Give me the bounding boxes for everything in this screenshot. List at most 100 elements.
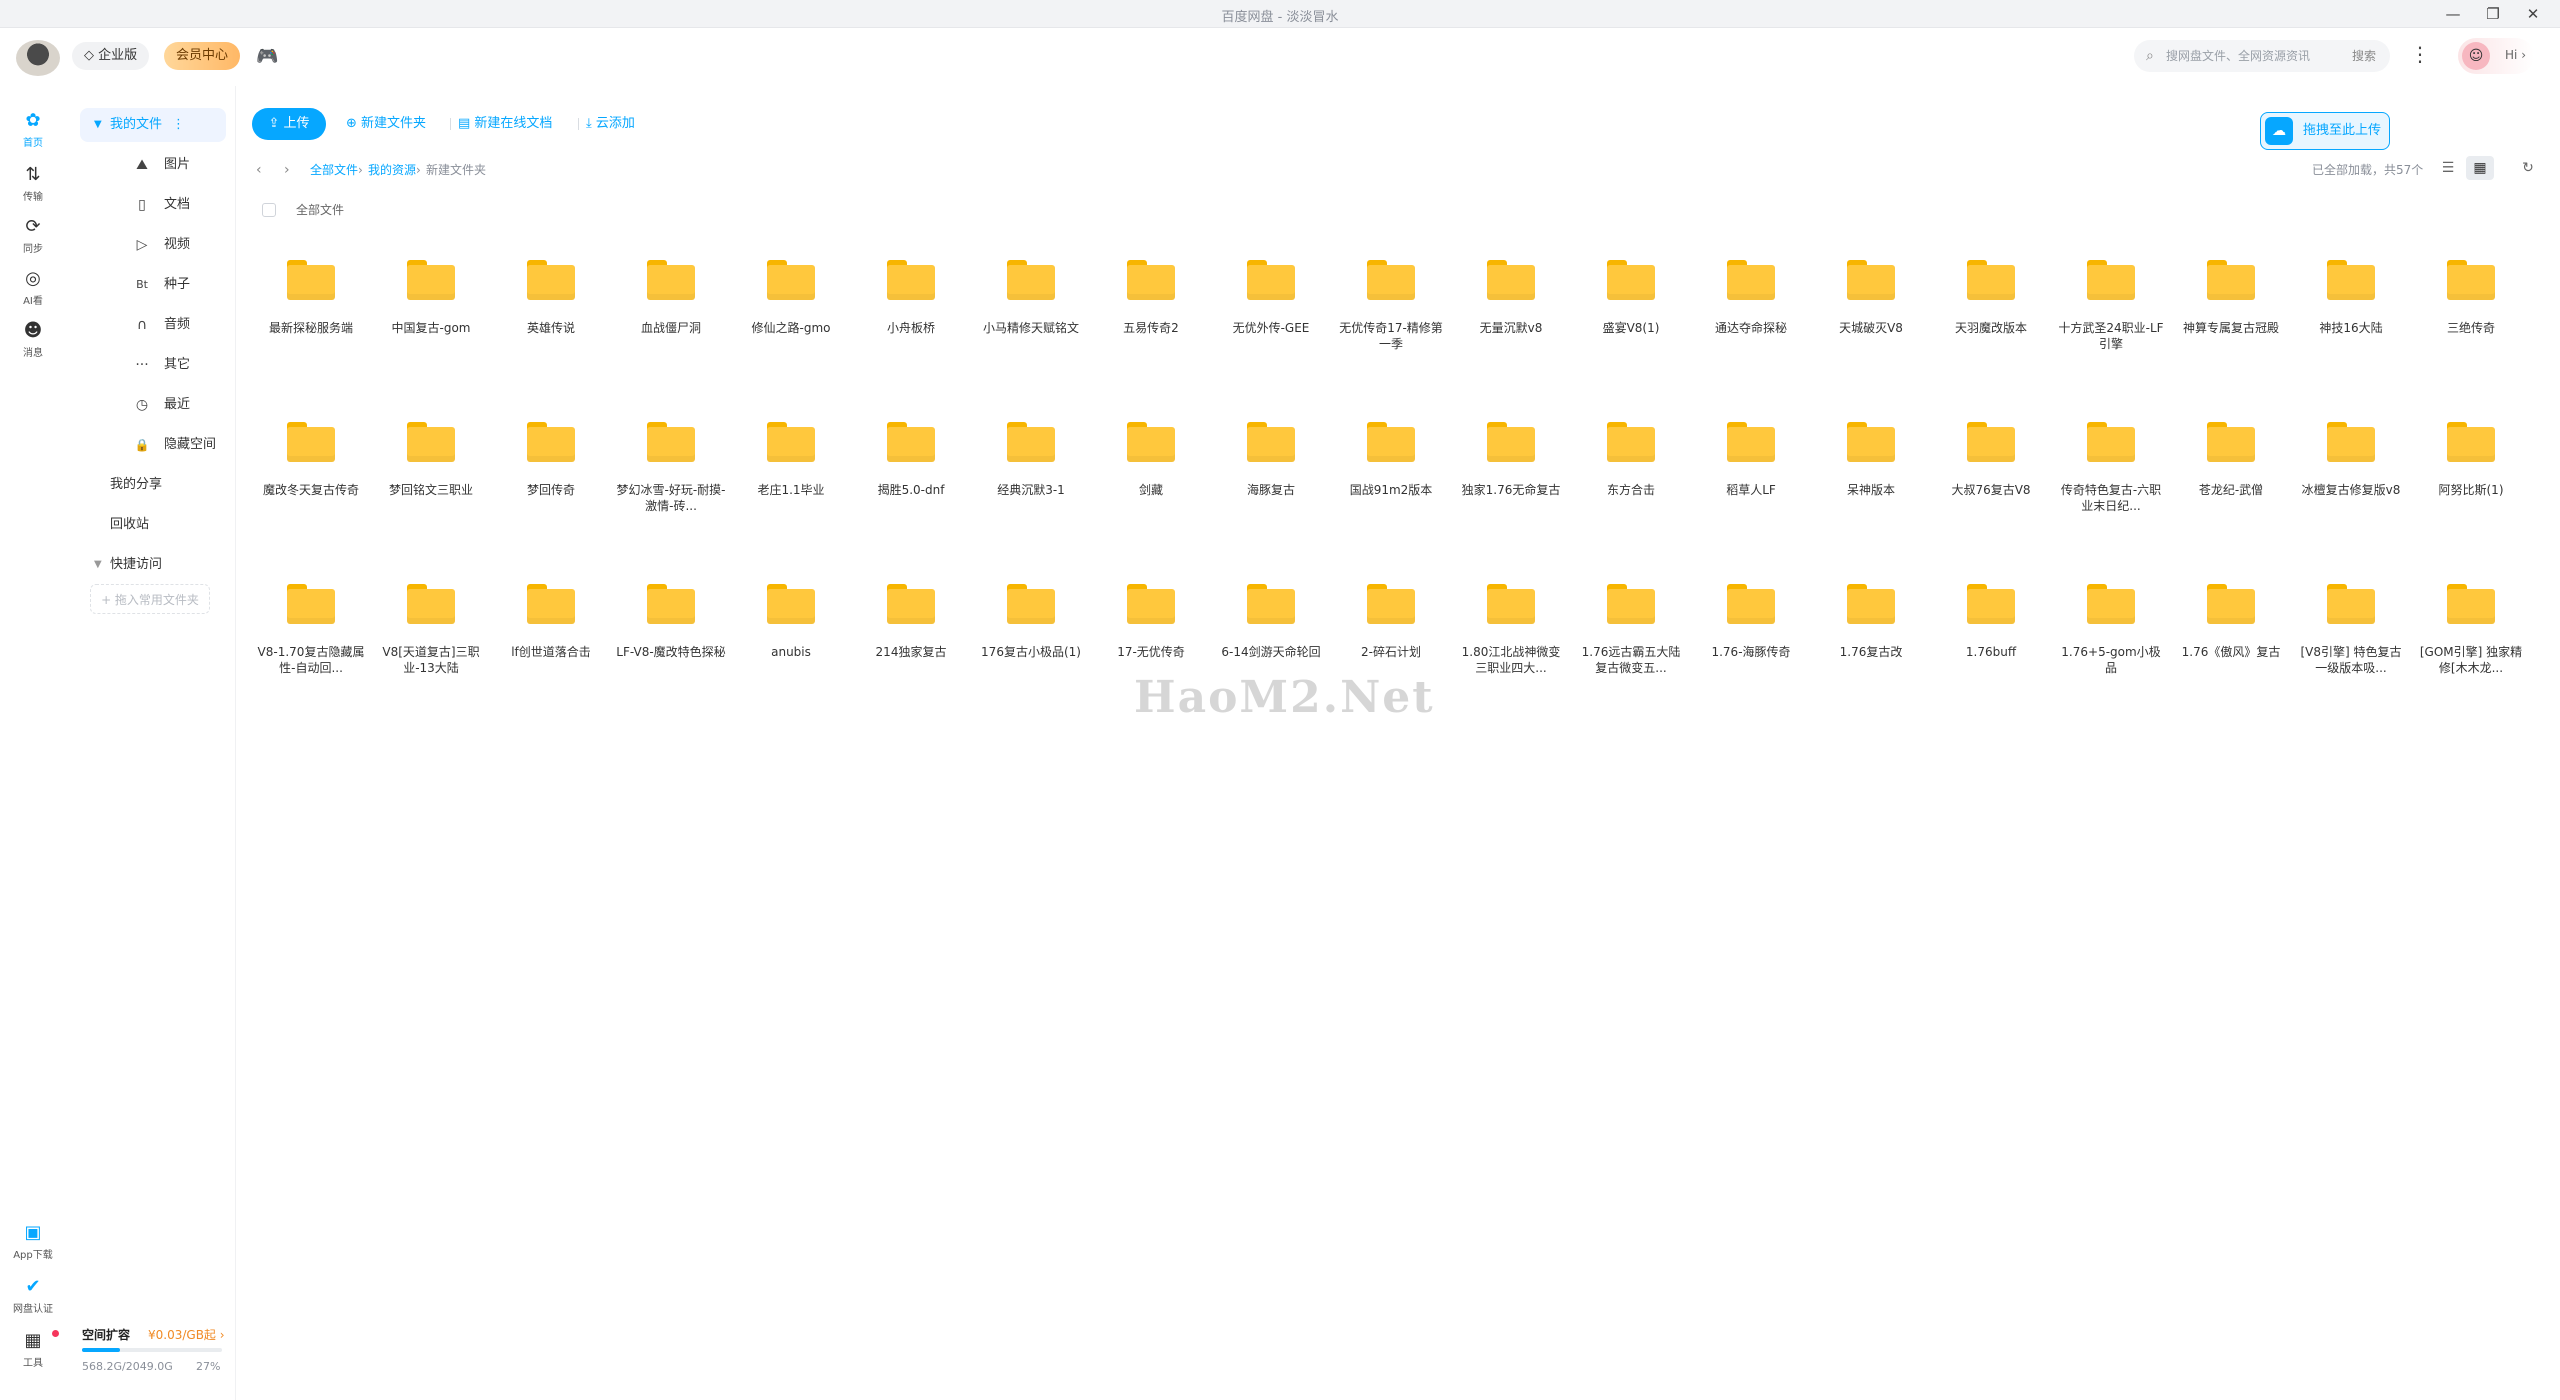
sidebar-item-recycle-bin[interactable]: 回收站 [80, 508, 226, 542]
folder-item[interactable]: LF-V8-魔改特色探秘 [616, 584, 726, 704]
search-input[interactable]: 搜网盘文件、全网资源资讯 [2166, 40, 2310, 72]
sidebar-item-recent[interactable]: ◷ 最近 [80, 388, 226, 422]
quota-price-link[interactable]: ¥0.03/GB起 › [148, 1326, 225, 1343]
rail-item-sync[interactable]: ⟳ 同步 [6, 216, 60, 255]
folder-item[interactable]: [GOM引擎] 独家精修[木木龙... [2416, 584, 2526, 704]
rail-item-transfer[interactable]: ⇅ 传输 [6, 164, 60, 203]
folder-item[interactable]: 魔改冬天复古传奇 [256, 422, 366, 542]
folder-item[interactable]: anubis [736, 584, 846, 704]
sidebar-item-images[interactable]: ⛰ 图片 [80, 148, 226, 182]
upload-button[interactable]: ⇪ 上传 [252, 108, 326, 140]
profile-button[interactable]: ☺ Hi › [2458, 38, 2534, 74]
breadcrumb-my-resources[interactable]: 我的资源 [368, 160, 416, 180]
enterprise-button[interactable]: ◇ 企业版 [72, 42, 150, 70]
forward-icon[interactable]: › [284, 160, 290, 180]
folder-item[interactable]: 剑藏 [1096, 422, 1206, 542]
folder-item[interactable]: lf创世道落合击 [496, 584, 606, 704]
sidebar-item-hidden-space[interactable]: 🔒 隐藏空间 [80, 428, 226, 462]
back-icon[interactable]: ‹ [256, 160, 262, 180]
folder-item[interactable]: V8-1.70复古隐藏属性-自动回... [256, 584, 366, 704]
folder-item[interactable]: 揭胜5.0-dnf [856, 422, 966, 542]
folder-item[interactable]: 经典沉默3-1 [976, 422, 1086, 542]
close-icon[interactable]: ✕ [2518, 3, 2548, 25]
folder-item[interactable]: 十方武圣24职业-LF引擎 [2056, 260, 2166, 380]
folder-item[interactable]: 呆神版本 [1816, 422, 1926, 542]
folder-item[interactable]: 老庄1.1毕业 [736, 422, 846, 542]
search-box[interactable]: ⌕ 搜网盘文件、全网资源资讯 搜索 [2134, 40, 2390, 72]
folder-item[interactable]: 神技16大陆 [2296, 260, 2406, 380]
rail-item-tools[interactable]: ▦ 工具 [6, 1330, 60, 1369]
folder-item[interactable]: 1.80江北战神微变三职业四大... [1456, 584, 1566, 704]
rail-item-verify[interactable]: ✔ 网盘认证 [6, 1276, 60, 1315]
drag-upload-button[interactable]: ☁ 拖拽至此上传 [2260, 112, 2390, 150]
folder-item[interactable]: 无优传奇17-精修第一季 [1336, 260, 1446, 380]
folder-item[interactable]: 1.76远古霸五大陆复古微变五... [1576, 584, 1686, 704]
new-online-doc-button[interactable]: ▤ 新建在线文档 [458, 108, 552, 140]
folder-item[interactable]: 无量沉默v8 [1456, 260, 1566, 380]
restore-icon[interactable]: ❐ [2478, 3, 2508, 25]
folder-item[interactable]: 1.76-海豚传奇 [1696, 584, 1806, 704]
folder-item[interactable]: 修仙之路-gmo [736, 260, 846, 380]
folder-item[interactable]: 五易传奇2 [1096, 260, 1206, 380]
more-vertical-icon[interactable]: ⋮ [172, 108, 185, 142]
more-icon[interactable]: ⋮ [2410, 42, 2430, 66]
sidebar-item-quick-access[interactable]: ▼ 快捷访问 [80, 548, 226, 582]
folder-item[interactable]: 三绝传奇 [2416, 260, 2526, 380]
folder-item[interactable]: 稻草人LF [1696, 422, 1806, 542]
user-avatar[interactable] [16, 40, 60, 76]
folder-item[interactable]: [V8引擎] 特色复古一级版本吸... [2296, 584, 2406, 704]
folder-item[interactable]: 盛宴V8(1) [1576, 260, 1686, 380]
rail-item-home[interactable]: ✿ 首页 [6, 110, 60, 149]
list-view-icon[interactable]: ☰ [2434, 156, 2462, 180]
sidebar-item-my-share[interactable]: 我的分享 [80, 468, 226, 502]
minimize-icon[interactable]: — [2438, 3, 2468, 25]
folder-item[interactable]: 214独家复古 [856, 584, 966, 704]
folder-item[interactable]: 大叔76复古V8 [1936, 422, 2046, 542]
folder-item[interactable]: 梦幻冰雪-好玩-耐摸-激情-砖... [616, 422, 726, 542]
folder-item[interactable]: 海豚复古 [1216, 422, 1326, 542]
grid-view-icon[interactable]: ▦ [2466, 156, 2494, 180]
folder-item[interactable]: 传奇特色复古-六职业末日纪... [2056, 422, 2166, 542]
search-button[interactable]: 搜索 [2352, 40, 2376, 72]
sidebar-item-torrents[interactable]: Bt 种子 [80, 268, 226, 302]
folder-item[interactable]: 神算专属复古冠殿 [2176, 260, 2286, 380]
sidebar-item-videos[interactable]: ▷ 视频 [80, 228, 226, 262]
folder-item[interactable]: 冰檀复古修复版v8 [2296, 422, 2406, 542]
rail-item-app-download[interactable]: ▣ App下载 [6, 1222, 60, 1261]
refresh-icon[interactable]: ↻ [2514, 156, 2542, 180]
breadcrumb-all-files[interactable]: 全部文件 [310, 160, 358, 180]
folder-item[interactable]: 国战91m2版本 [1336, 422, 1446, 542]
folder-item[interactable]: 通达夺命探秘 [1696, 260, 1806, 380]
folder-item[interactable]: 血战僵尸洞 [616, 260, 726, 380]
folder-item[interactable]: 天羽魔改版本 [1936, 260, 2046, 380]
folder-item[interactable]: 东方合击 [1576, 422, 1686, 542]
folder-item[interactable]: 1.76buff [1936, 584, 2046, 704]
folder-item[interactable]: 梦回传奇 [496, 422, 606, 542]
gamepad-icon[interactable]: 🎮 [256, 46, 278, 67]
folder-item[interactable]: 阿努比斯(1) [2416, 422, 2526, 542]
folder-item[interactable]: 中国复古-gom [376, 260, 486, 380]
rail-item-message[interactable]: ☻ 消息 [6, 320, 60, 359]
folder-item[interactable]: 176复古小极品(1) [976, 584, 1086, 704]
add-quick-access-dropzone[interactable]: + 拖入常用文件夹 [90, 584, 210, 614]
folder-item[interactable]: 小舟板桥 [856, 260, 966, 380]
folder-item[interactable]: 独家1.76无命复古 [1456, 422, 1566, 542]
rail-item-ai[interactable]: ◎ AI看 [6, 268, 60, 307]
sidebar-item-my-files[interactable]: ▼ 我的文件 ⋮ [80, 108, 226, 142]
select-all-checkbox[interactable] [262, 203, 276, 217]
folder-item[interactable]: 无优外传-GEE [1216, 260, 1326, 380]
folder-item[interactable]: 小马精修天赋铭文 [976, 260, 1086, 380]
vip-center-button[interactable]: 会员中心 [164, 42, 241, 70]
new-folder-button[interactable]: ⊕ 新建文件夹 [346, 108, 426, 140]
folder-item[interactable]: 1.76+5-gom小极品 [2056, 584, 2166, 704]
folder-item[interactable]: 1.76复古改 [1816, 584, 1926, 704]
cloud-add-button[interactable]: ⤓ 云添加 [586, 108, 635, 140]
sidebar-item-other[interactable]: ··· 其它 [80, 348, 226, 382]
sidebar-item-docs[interactable]: ▯ 文档 [80, 188, 226, 222]
folder-item[interactable]: 梦回铭文三职业 [376, 422, 486, 542]
folder-item[interactable]: 1.76《傲风》复古 [2176, 584, 2286, 704]
folder-item[interactable]: V8[天道复古]三职业-13大陆 [376, 584, 486, 704]
folder-item[interactable]: 天城破灭V8 [1816, 260, 1926, 380]
sidebar-item-audio[interactable]: ∩ 音频 [80, 308, 226, 342]
folder-item[interactable]: 最新探秘服务端 [256, 260, 366, 380]
